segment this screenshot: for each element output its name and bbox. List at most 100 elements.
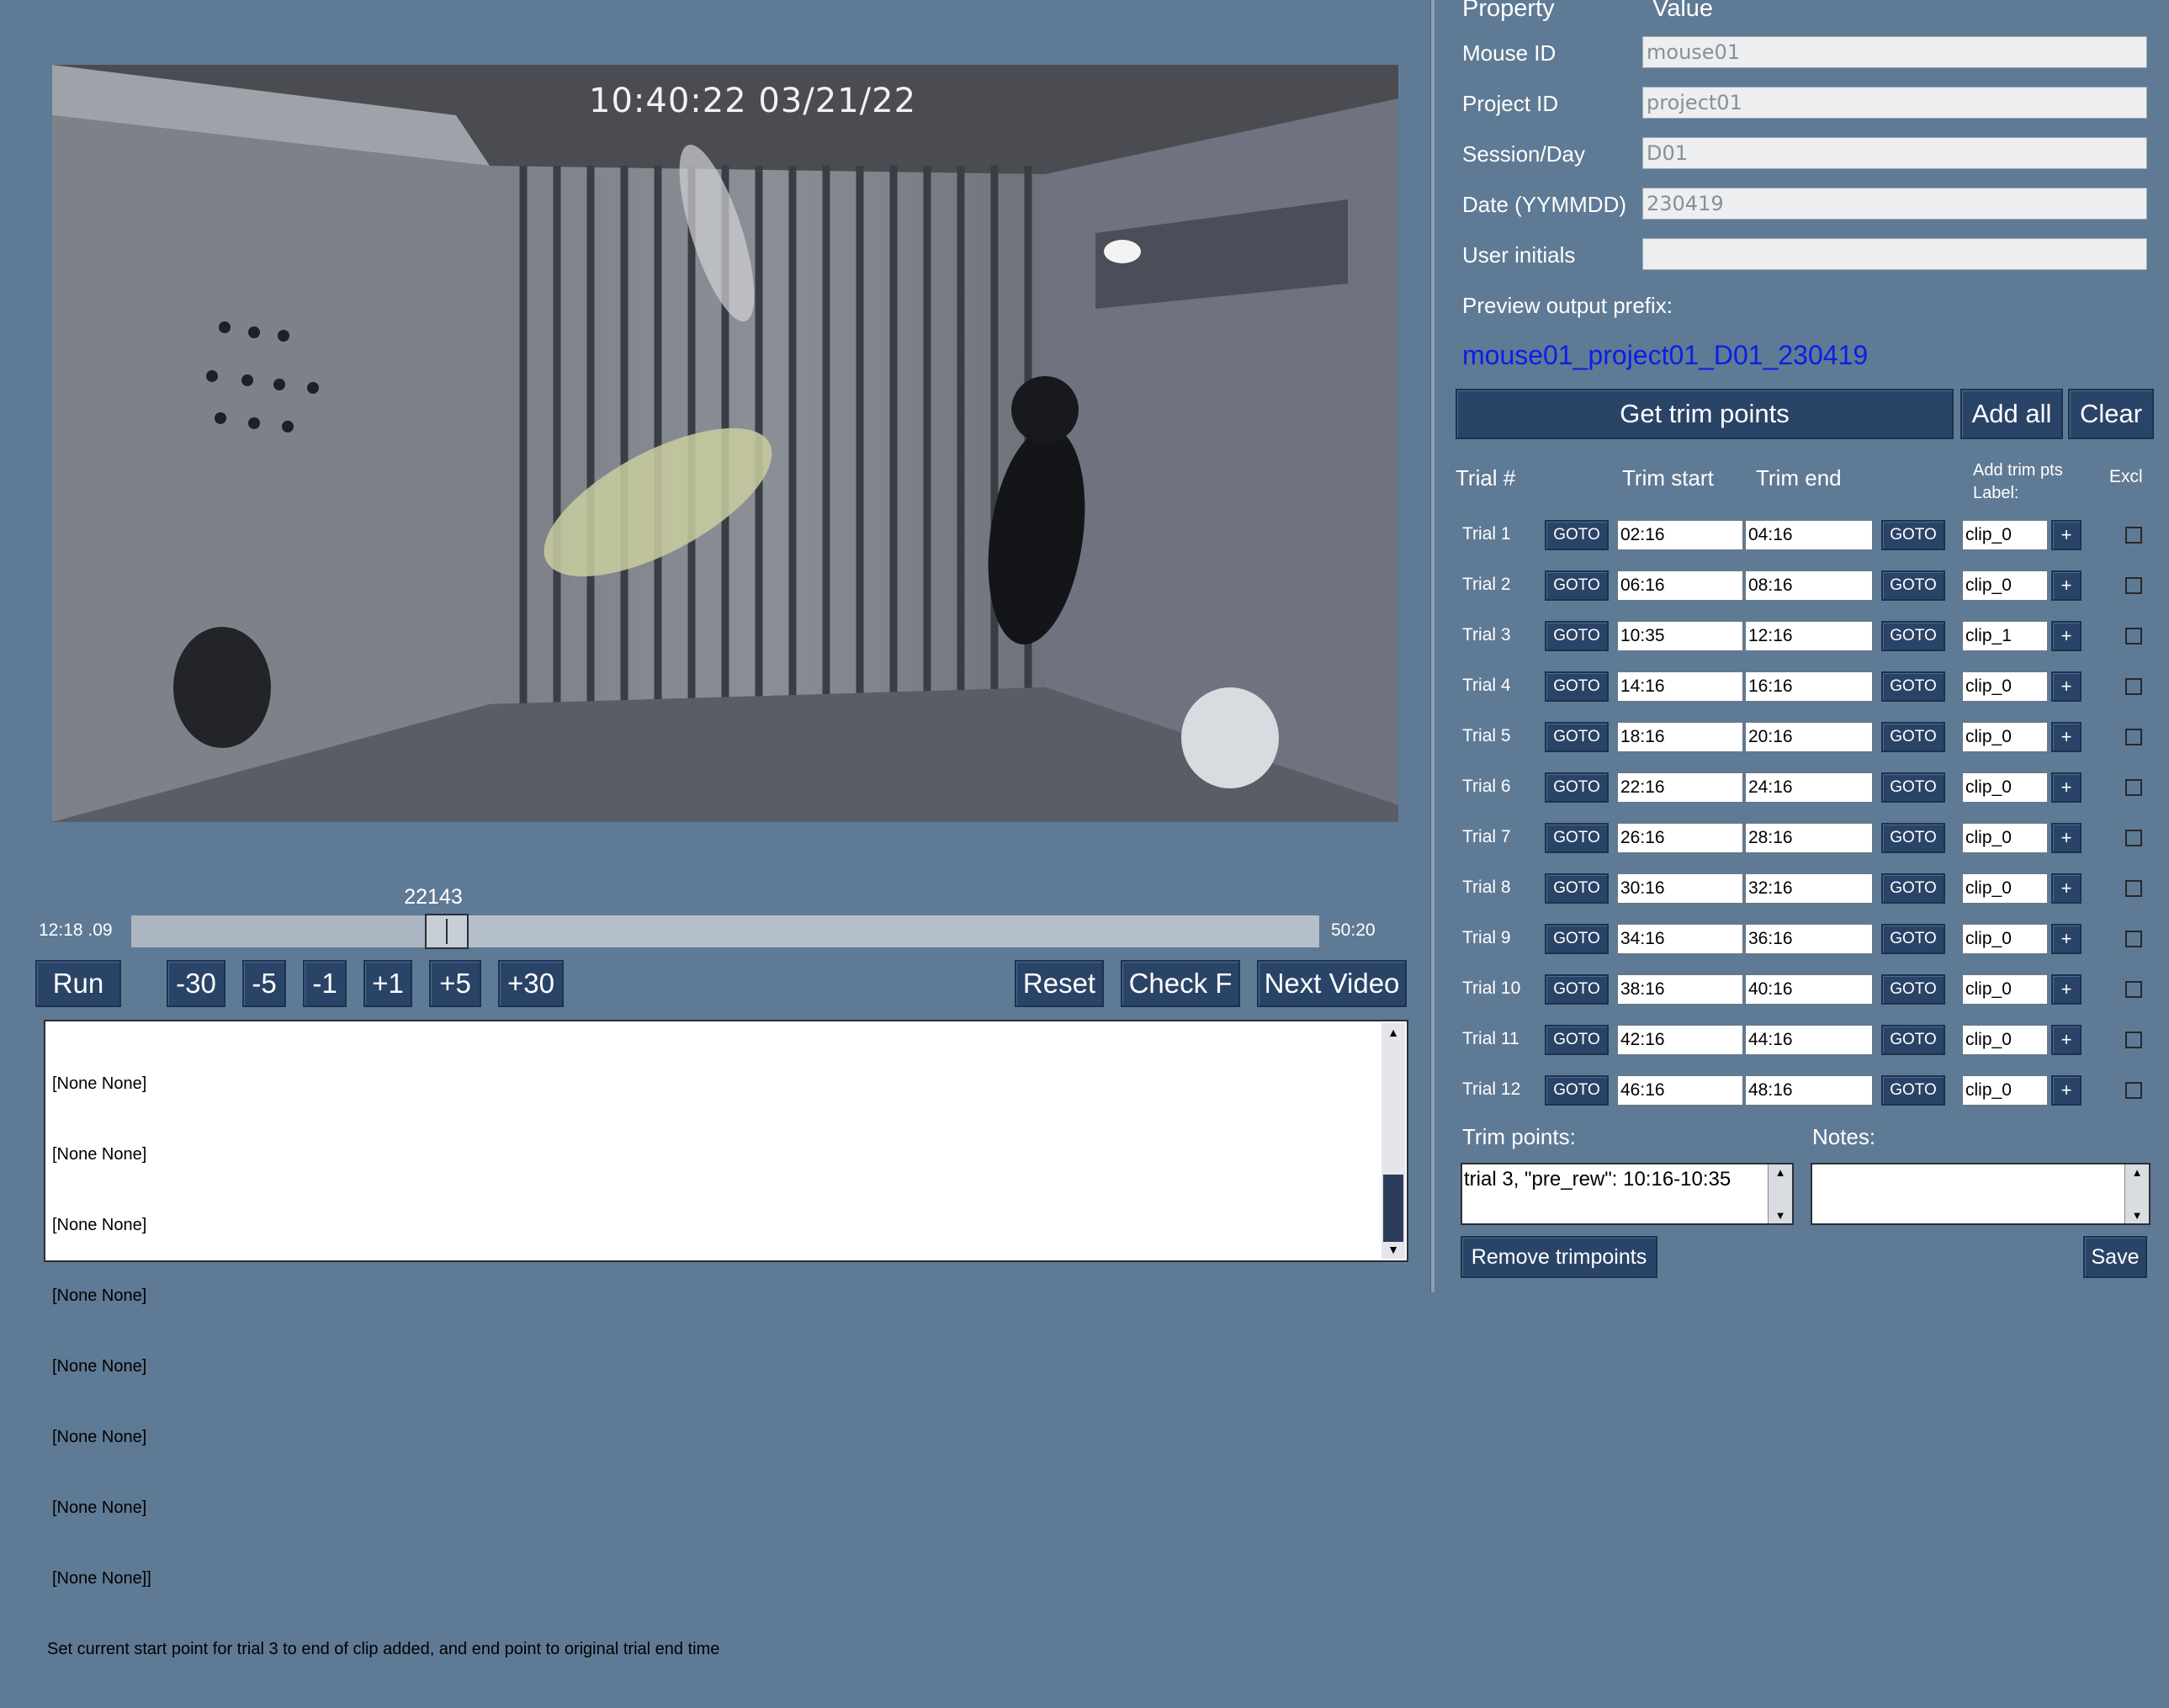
step-plus-1-button[interactable]: +1 xyxy=(363,960,412,1007)
trim-end-field[interactable]: 40:16 xyxy=(1745,974,1873,1005)
trim-start-field[interactable]: 30:16 xyxy=(1617,873,1743,904)
exclude-checkbox[interactable] xyxy=(2125,981,2142,998)
add-trim-button[interactable]: + xyxy=(2051,974,2081,1005)
add-trim-button[interactable]: + xyxy=(2051,722,2081,752)
scroll-down-icon[interactable]: ▼ xyxy=(2125,1209,2149,1222)
exclude-checkbox[interactable] xyxy=(2125,779,2142,796)
trim-start-field[interactable]: 06:16 xyxy=(1617,570,1743,601)
scroll-up-icon[interactable]: ▲ xyxy=(1381,1023,1405,1042)
clip-label-field[interactable]: clip_0 xyxy=(1962,570,2048,601)
add-trim-button[interactable]: + xyxy=(2051,924,2081,954)
session-field[interactable]: D01 xyxy=(1642,137,2147,169)
step-plus-5-button[interactable]: +5 xyxy=(429,960,481,1007)
step-minus-5-button[interactable]: -5 xyxy=(242,960,286,1007)
scroll-down-icon[interactable]: ▼ xyxy=(1381,1240,1405,1259)
trim-start-field[interactable]: 42:16 xyxy=(1617,1025,1743,1055)
slider-thumb[interactable] xyxy=(425,914,469,949)
goto-start-button[interactable]: GOTO xyxy=(1545,974,1609,1005)
remove-trimpoints-button[interactable]: Remove trimpoints xyxy=(1461,1236,1657,1278)
notes-textarea[interactable]: ▲ ▼ xyxy=(1811,1163,2150,1225)
run-button[interactable]: Run xyxy=(35,960,121,1007)
clip-label-field[interactable]: clip_0 xyxy=(1962,924,2048,954)
clip-label-field[interactable]: clip_0 xyxy=(1962,1075,2048,1106)
clip-label-field[interactable]: clip_0 xyxy=(1962,873,2048,904)
check-frame-button[interactable]: Check F xyxy=(1121,960,1240,1007)
trim-start-field[interactable]: 34:16 xyxy=(1617,924,1743,954)
trim-points-scrollbar[interactable]: ▲ ▼ xyxy=(1768,1164,1792,1223)
scroll-up-icon[interactable]: ▲ xyxy=(1769,1166,1792,1179)
goto-end-button[interactable]: GOTO xyxy=(1881,924,1945,954)
step-minus-1-button[interactable]: -1 xyxy=(303,960,347,1007)
trim-end-field[interactable]: 48:16 xyxy=(1745,1075,1873,1106)
goto-end-button[interactable]: GOTO xyxy=(1881,1025,1945,1055)
exclude-checkbox[interactable] xyxy=(2125,1032,2142,1048)
add-trim-button[interactable]: + xyxy=(2051,1075,2081,1106)
clear-button[interactable]: Clear xyxy=(2068,389,2154,439)
trim-start-field[interactable]: 22:16 xyxy=(1617,772,1743,803)
notes-scrollbar[interactable]: ▲ ▼ xyxy=(2124,1164,2149,1223)
add-trim-button[interactable]: + xyxy=(2051,520,2081,550)
frame-slider[interactable] xyxy=(131,914,1319,949)
trim-start-field[interactable]: 10:35 xyxy=(1617,621,1743,651)
clip-label-field[interactable]: clip_0 xyxy=(1962,722,2048,752)
goto-start-button[interactable]: GOTO xyxy=(1545,1025,1609,1055)
exclude-checkbox[interactable] xyxy=(2125,931,2142,947)
trim-end-field[interactable]: 24:16 xyxy=(1745,772,1873,803)
trim-end-field[interactable]: 44:16 xyxy=(1745,1025,1873,1055)
log-scrollbar-thumb[interactable] xyxy=(1383,1175,1403,1242)
exclude-checkbox[interactable] xyxy=(2125,527,2142,544)
clip-label-field[interactable]: clip_0 xyxy=(1962,1025,2048,1055)
goto-start-button[interactable]: GOTO xyxy=(1545,924,1609,954)
exclude-checkbox[interactable] xyxy=(2125,880,2142,897)
add-trim-button[interactable]: + xyxy=(2051,621,2081,651)
add-trim-button[interactable]: + xyxy=(2051,772,2081,803)
trim-end-field[interactable]: 08:16 xyxy=(1745,570,1873,601)
goto-end-button[interactable]: GOTO xyxy=(1881,671,1945,702)
exclude-checkbox[interactable] xyxy=(2125,678,2142,695)
project-id-field[interactable]: project01 xyxy=(1642,87,2147,119)
trim-end-field[interactable]: 04:16 xyxy=(1745,520,1873,550)
goto-start-button[interactable]: GOTO xyxy=(1545,570,1609,601)
goto-start-button[interactable]: GOTO xyxy=(1545,722,1609,752)
exclude-checkbox[interactable] xyxy=(2125,1082,2142,1099)
trim-end-field[interactable]: 20:16 xyxy=(1745,722,1873,752)
goto-end-button[interactable]: GOTO xyxy=(1881,873,1945,904)
scroll-down-icon[interactable]: ▼ xyxy=(1769,1209,1792,1222)
clip-label-field[interactable]: clip_0 xyxy=(1962,520,2048,550)
goto-end-button[interactable]: GOTO xyxy=(1881,722,1945,752)
clip-label-field[interactable]: clip_0 xyxy=(1962,823,2048,853)
trim-start-field[interactable]: 14:16 xyxy=(1617,671,1743,702)
log-output[interactable]: [None None] [None None] [None None] [Non… xyxy=(44,1020,1408,1658)
clip-label-field[interactable]: clip_0 xyxy=(1962,671,2048,702)
goto-start-button[interactable]: GOTO xyxy=(1545,772,1609,803)
goto-start-button[interactable]: GOTO xyxy=(1545,1075,1609,1106)
exclude-checkbox[interactable] xyxy=(2125,628,2142,644)
save-button[interactable]: Save xyxy=(2083,1236,2147,1278)
clip-label-field[interactable]: clip_0 xyxy=(1962,772,2048,803)
user-initials-field[interactable] xyxy=(1642,238,2147,270)
trim-end-field[interactable]: 12:16 xyxy=(1745,621,1873,651)
exclude-checkbox[interactable] xyxy=(2125,729,2142,745)
add-trim-button[interactable]: + xyxy=(2051,671,2081,702)
date-field[interactable]: 230419 xyxy=(1642,188,2147,220)
trim-points-textarea[interactable]: trial 3, "pre_rew": 10:16-10:35 ▲ ▼ xyxy=(1461,1163,1794,1225)
log-scrollbar[interactable]: ▲ ▼ xyxy=(1381,1023,1405,1259)
goto-start-button[interactable]: GOTO xyxy=(1545,671,1609,702)
trim-end-field[interactable]: 32:16 xyxy=(1745,873,1873,904)
goto-start-button[interactable]: GOTO xyxy=(1545,520,1609,550)
next-video-button[interactable]: Next Video xyxy=(1257,960,1407,1007)
mouse-id-field[interactable]: mouse01 xyxy=(1642,36,2147,68)
step-minus-30-button[interactable]: -30 xyxy=(167,960,225,1007)
trim-start-field[interactable]: 38:16 xyxy=(1617,974,1743,1005)
goto-start-button[interactable]: GOTO xyxy=(1545,621,1609,651)
add-trim-button[interactable]: + xyxy=(2051,873,2081,904)
clip-label-field[interactable]: clip_0 xyxy=(1962,974,2048,1005)
add-trim-button[interactable]: + xyxy=(2051,1025,2081,1055)
scroll-up-icon[interactable]: ▲ xyxy=(2125,1166,2149,1179)
trim-end-field[interactable]: 28:16 xyxy=(1745,823,1873,853)
goto-end-button[interactable]: GOTO xyxy=(1881,1075,1945,1106)
get-trim-points-button[interactable]: Get trim points xyxy=(1456,389,1954,439)
exclude-checkbox[interactable] xyxy=(2125,577,2142,594)
add-all-button[interactable]: Add all xyxy=(1960,389,2063,439)
trim-end-field[interactable]: 36:16 xyxy=(1745,924,1873,954)
